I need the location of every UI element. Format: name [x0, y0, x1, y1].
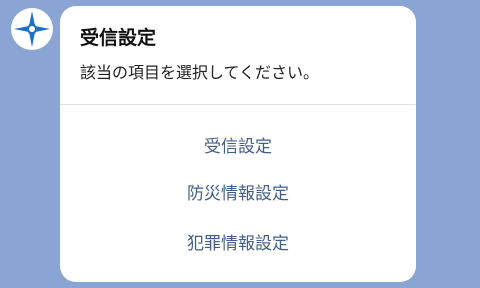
option-crime-info-settings[interactable]: 犯罪情報設定	[60, 227, 416, 261]
option-disaster-info-settings[interactable]: 防災情報設定	[60, 177, 416, 211]
star-emblem-icon	[14, 11, 50, 47]
selection-dialog: 受信設定 該当の項目を選択してください。 受信設定 防災情報設定 犯罪情報設定	[60, 6, 416, 282]
option-reception-settings[interactable]: 受信設定	[60, 130, 416, 164]
dialog-title: 受信設定	[80, 27, 157, 49]
dialog-message: 該当の項目を選択してください。	[80, 63, 320, 82]
divider	[60, 104, 416, 105]
avatar[interactable]	[11, 8, 53, 50]
